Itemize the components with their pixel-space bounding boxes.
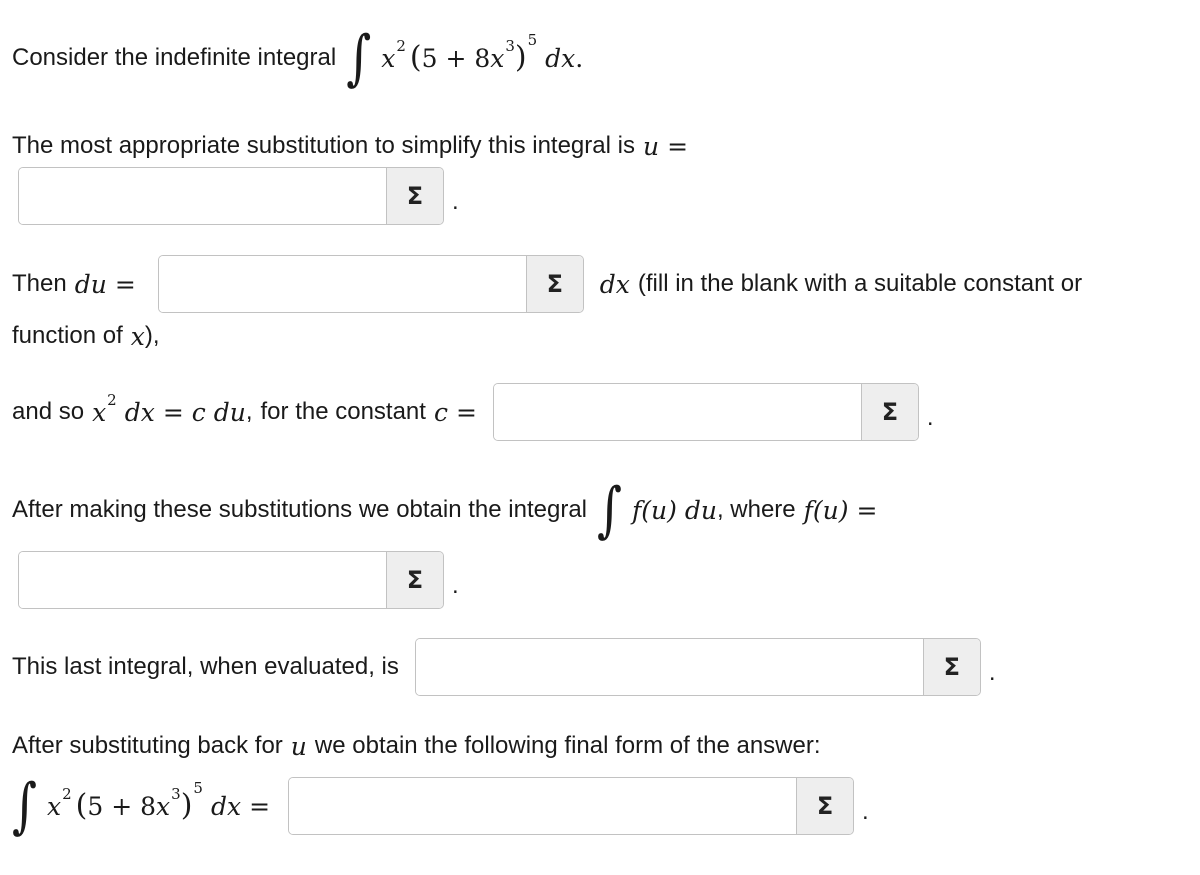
exp-2: 2: [396, 37, 406, 55]
du-input[interactable]: [158, 256, 526, 312]
comma: ,: [245, 398, 253, 425]
equals-sign: =: [667, 131, 689, 161]
du-row-cont: function of x ),: [12, 318, 160, 354]
dx: dx: [210, 791, 242, 821]
for-constant-text: for the constant: [260, 398, 426, 425]
sigma-button[interactable]: Σ: [860, 384, 918, 440]
fill-hint: (fill in the blank with a suitable const…: [637, 270, 1083, 297]
u-answer-row: Σ .: [18, 167, 459, 225]
dx: dx: [599, 269, 630, 299]
equals-sign: =: [249, 791, 271, 821]
fu-row: After making these substitutions we obta…: [12, 478, 877, 542]
var-x: x: [47, 791, 62, 821]
then-text: Then: [12, 270, 67, 297]
exp-2: 2: [107, 391, 117, 409]
var-x: x: [156, 791, 171, 821]
exp-5: 5: [527, 31, 538, 49]
final-input[interactable]: [289, 778, 797, 834]
equals-sign: =: [114, 269, 136, 299]
integral-sign: ∫: [346, 23, 372, 93]
period: .: [452, 572, 459, 599]
var-c: c: [433, 397, 448, 427]
sigma-button[interactable]: Σ: [386, 552, 443, 608]
final-answer-box: Σ: [288, 777, 855, 835]
expr-five-plus-eight: 5 + 8: [421, 43, 491, 73]
equals-sign: =: [455, 397, 477, 427]
period: .: [452, 188, 459, 215]
period: .: [575, 43, 584, 73]
constant-row: and so x2 dx = c du, for the constant c …: [12, 383, 934, 441]
var-x: x: [92, 397, 107, 427]
final-answer-row: ∫ x2 ( 5 + 8x3 ) 5 dx = Σ .: [12, 775, 869, 837]
sigma-button[interactable]: Σ: [386, 168, 443, 224]
period: .: [926, 404, 934, 431]
var-x: x: [490, 43, 505, 73]
dx: dx: [545, 43, 576, 73]
c-du: c du: [191, 397, 246, 427]
substitution-text: The most appropriate substitution to sim…: [12, 132, 635, 159]
equals-sign: =: [856, 495, 878, 525]
equals-sign: =: [162, 397, 184, 427]
c-input[interactable]: [493, 384, 861, 440]
du-answer-box: Σ: [157, 255, 584, 313]
where-text: , where: [716, 496, 796, 523]
u-input[interactable]: [19, 168, 386, 224]
f-of-u-du: f(u) du: [632, 495, 717, 525]
exp-3: 3: [505, 37, 515, 55]
sigma-button[interactable]: Σ: [796, 778, 854, 834]
evaluated-text: This last integral, when evaluated, is: [12, 653, 399, 680]
right-paren: ): [180, 788, 193, 823]
u-answer-box: Σ: [18, 167, 444, 225]
du: du: [74, 269, 107, 299]
evaluated-row: This last integral, when evaluated, is Σ…: [12, 638, 996, 696]
var-x: x: [130, 321, 145, 351]
period: .: [862, 798, 869, 825]
back-sub-text-2: we obtain the following final form of th…: [314, 732, 821, 759]
exp-5: 5: [193, 779, 203, 797]
intro-text: Consider the indefinite integral: [12, 44, 337, 71]
problem-statement: Consider the indefinite integral ∫ x2 ( …: [12, 28, 583, 88]
eval-input[interactable]: [415, 639, 923, 695]
var-u: u: [642, 131, 660, 161]
right-paren: ): [514, 40, 527, 75]
integral-sign: ∫: [597, 475, 623, 545]
du-row: Then du = Σ dx (fill in the blank with a…: [12, 255, 1082, 313]
back-sub-text: After substituting back for: [12, 732, 283, 759]
fill-hint-cont: function of: [12, 322, 123, 349]
left-paren: (: [75, 788, 88, 823]
eval-answer-box: Σ: [414, 638, 981, 696]
var-x: x: [381, 43, 396, 73]
period: .: [988, 659, 996, 686]
substitution-prompt: The most appropriate substitution to sim…: [12, 128, 688, 164]
after-substitution-text: After making these substitutions we obta…: [12, 496, 587, 523]
integral-sign: ∫: [12, 771, 38, 841]
close-paren: ),: [144, 322, 160, 349]
sigma-button[interactable]: Σ: [922, 639, 980, 695]
f-of-u: f(u): [803, 495, 849, 525]
sigma-button[interactable]: Σ: [525, 256, 583, 312]
and-so-text: and so: [12, 398, 85, 425]
var-u: u: [290, 731, 307, 761]
fu-input[interactable]: [19, 552, 386, 608]
expr-five-plus-eight: 5 + 8: [87, 791, 157, 821]
back-substitute-row: After substituting back for u we obtain …: [12, 728, 821, 764]
exp-2: 2: [62, 785, 72, 803]
fu-answer-box: Σ: [18, 551, 444, 609]
c-answer-box: Σ: [492, 383, 919, 441]
exp-3: 3: [171, 785, 181, 803]
left-paren: (: [409, 40, 422, 75]
dx: dx: [124, 397, 155, 427]
fu-answer-row: Σ .: [18, 551, 459, 609]
